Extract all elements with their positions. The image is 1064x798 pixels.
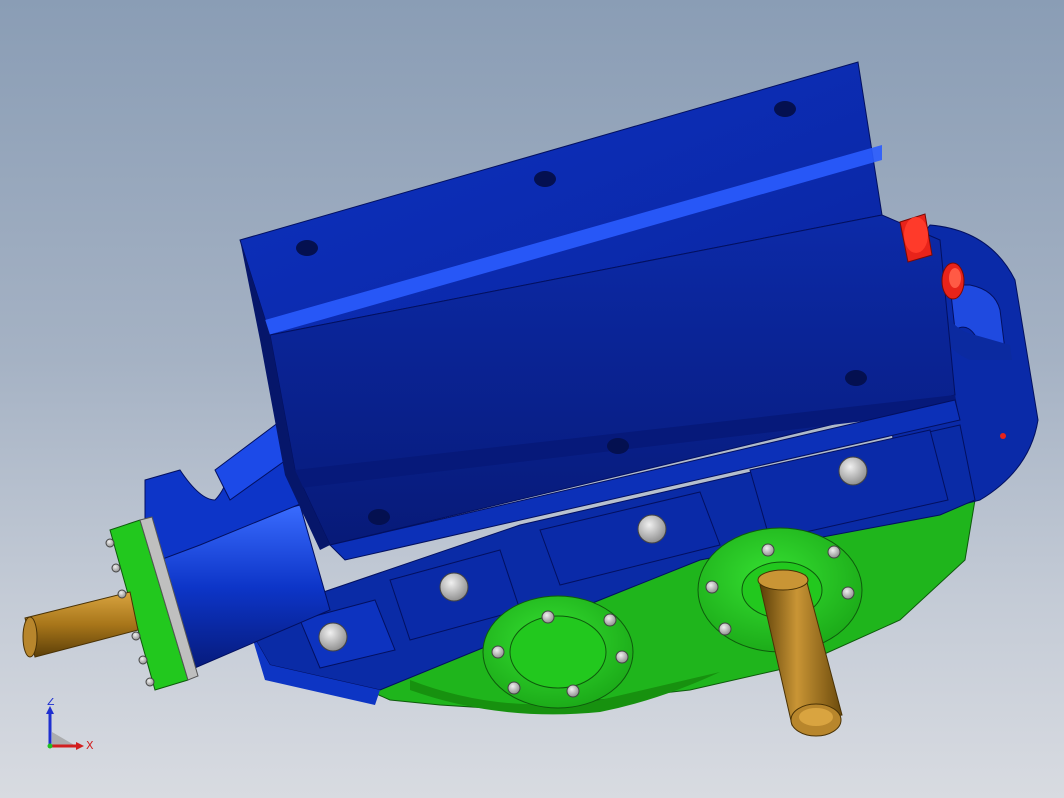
output-shaft-assembly[interactable] — [697, 527, 863, 737]
graphics-viewport[interactable]: Z X — [0, 0, 1064, 798]
z-axis-label: Z — [47, 698, 55, 708]
axis-triad: Z X — [46, 698, 94, 752]
drain-plug-icon — [904, 217, 928, 253]
intermediate-bearing-cover[interactable] — [482, 595, 634, 709]
gearbox-3d-model[interactable] — [0, 0, 1064, 798]
indicator-dot-icon — [1000, 433, 1006, 439]
x-axis-label: X — [86, 739, 94, 752]
